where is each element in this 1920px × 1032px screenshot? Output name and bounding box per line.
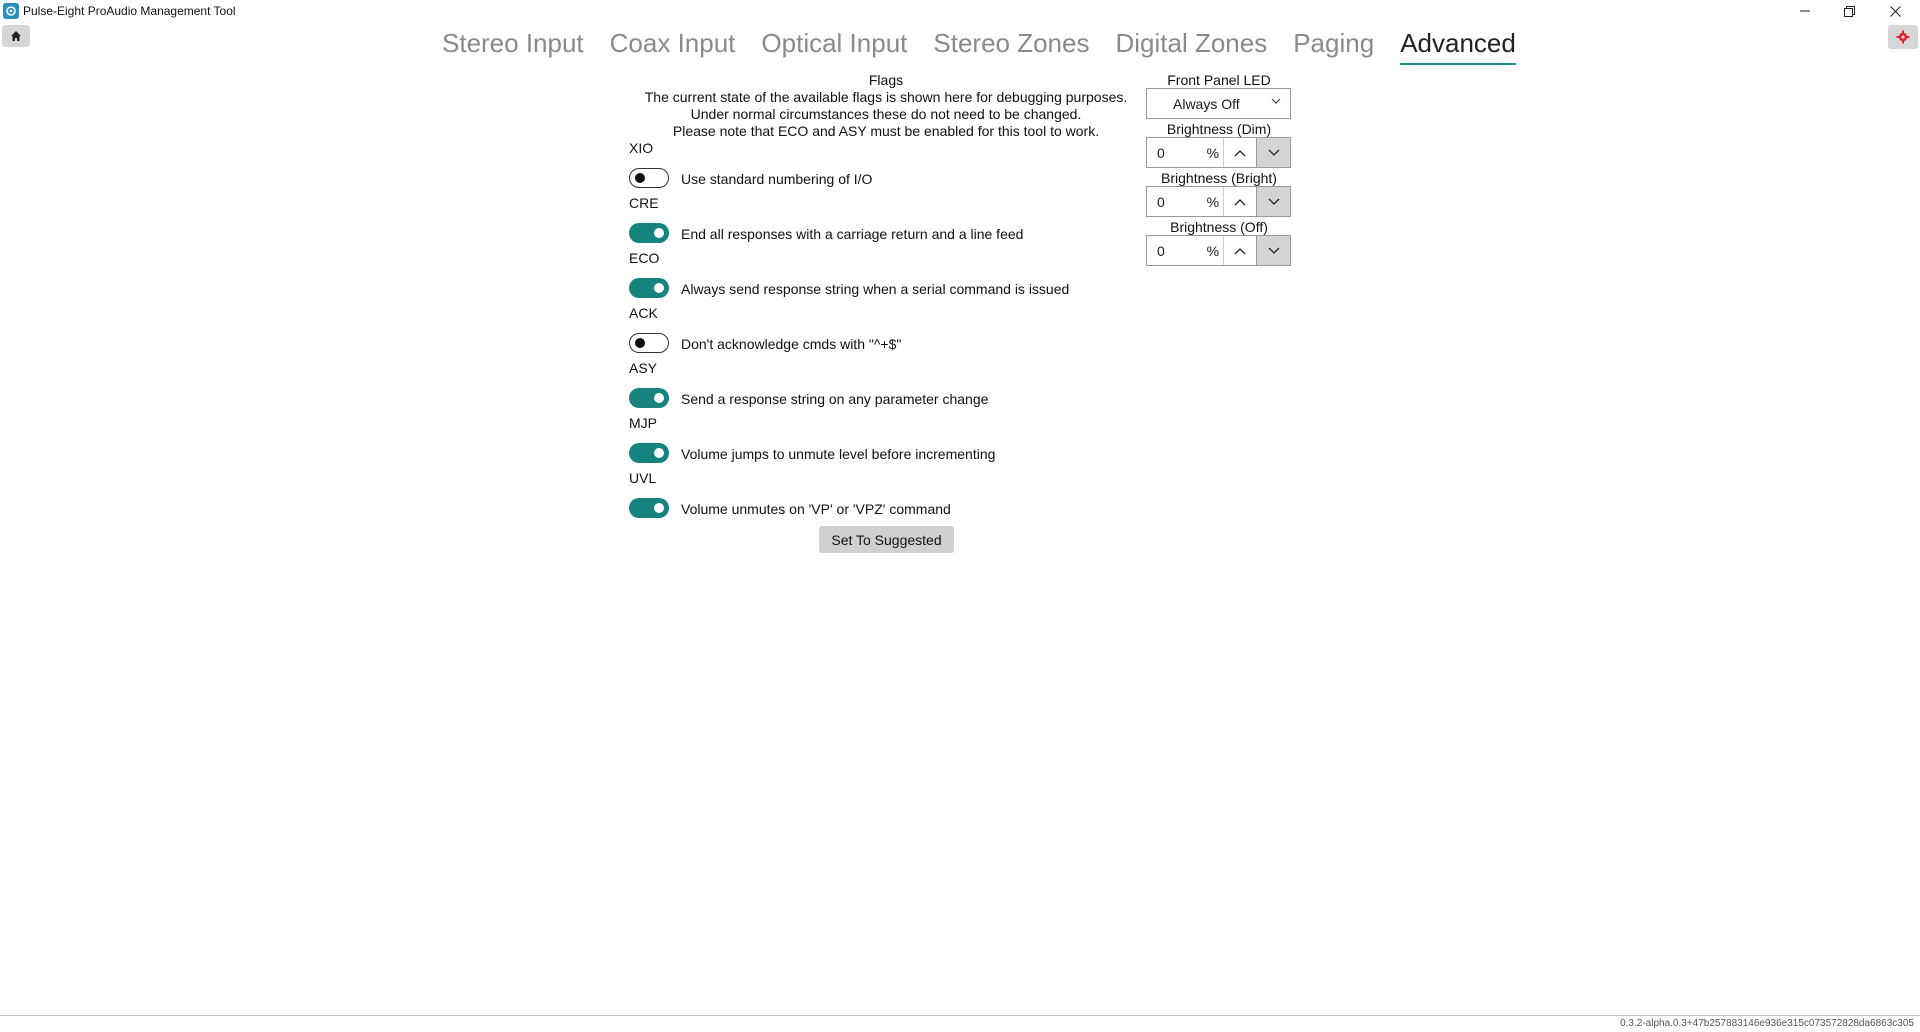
version-string: 0.3.2-alpha.0.3+47b257883146e936e315c073… [1620, 1018, 1914, 1029]
close-icon [1889, 5, 1901, 17]
flags-description-2: Under normal circumstances these do not … [690, 106, 1082, 122]
flag-code-cre: CRE [629, 195, 659, 211]
flags-header: Flags The current state of the available… [625, 72, 1147, 140]
toggle-mjp[interactable] [629, 443, 669, 463]
tab-digital-zones[interactable]: Digital Zones [1115, 28, 1267, 65]
percent-unit: % [1206, 144, 1220, 161]
brightness-dim-decrement[interactable] [1256, 138, 1290, 167]
brightness-dim-label: Brightness (Dim) [1166, 121, 1272, 137]
brightness-dim-input[interactable]: 0 [1147, 138, 1207, 167]
toggle-asy[interactable] [629, 388, 669, 408]
chevron-up-icon [1234, 198, 1246, 205]
minimize-button[interactable] [1782, 0, 1828, 22]
flag-code-asy: ASY [629, 360, 658, 376]
home-button[interactable] [2, 25, 30, 47]
brightness-off-decrement[interactable] [1256, 236, 1290, 265]
front-panel-led-title: Front Panel LED [1167, 72, 1271, 88]
brightness-off-input[interactable]: 0 [1147, 236, 1207, 265]
flag-code-ack: ACK [629, 305, 658, 321]
tab-stereo-input[interactable]: Stereo Input [442, 28, 584, 65]
home-icon [11, 31, 21, 41]
title-bar: Pulse-Eight ProAudio Management Tool [0, 0, 1920, 22]
set-to-suggested-button[interactable]: Set To Suggested [819, 526, 954, 553]
brightness-off-increment[interactable] [1222, 236, 1257, 265]
chevron-up-icon [1234, 149, 1246, 156]
flag-label-mjp: Volume jumps to unmute level before incr… [681, 446, 996, 462]
footer-divider [0, 1015, 1920, 1016]
flag-label-ack: Don't acknowledge cmds with "^+$" [681, 336, 902, 352]
toggle-cre[interactable] [629, 223, 669, 243]
brightness-bright-label: Brightness (Bright) [1161, 170, 1277, 186]
toggle-eco[interactable] [629, 278, 669, 298]
flag-code-mjp: MJP [629, 415, 657, 431]
led-mode-value: Always Off [1173, 95, 1240, 112]
chevron-down-icon [1271, 98, 1281, 104]
settings-button[interactable] [1888, 25, 1918, 49]
app-icon [3, 3, 19, 19]
maximize-button[interactable] [1826, 0, 1872, 22]
brightness-dim-increment[interactable] [1222, 138, 1257, 167]
tab-coax-input[interactable]: Coax Input [610, 28, 736, 65]
chevron-down-icon [1268, 247, 1280, 254]
close-button[interactable] [1872, 0, 1918, 22]
chevron-down-icon [1268, 149, 1280, 156]
brightness-bright-spinner: 0 % [1146, 186, 1291, 217]
flag-label-eco: Always send response string when a seria… [681, 281, 1070, 297]
flag-label-uvl: Volume unmutes on 'VP' or 'VPZ' command [681, 501, 951, 517]
window-title: Pulse-Eight ProAudio Management Tool [23, 4, 236, 18]
restore-icon [1843, 5, 1855, 17]
brightness-off-label: Brightness (Off) [1170, 219, 1268, 235]
brightness-bright-input[interactable]: 0 [1147, 187, 1207, 216]
flag-code-eco: ECO [629, 250, 660, 266]
flag-code-xio: XIO [629, 140, 654, 156]
minimize-icon [1800, 10, 1810, 12]
flags-description-1: The current state of the available flags… [644, 89, 1128, 105]
toggle-ack[interactable] [629, 333, 669, 353]
chevron-up-icon [1234, 247, 1246, 254]
tab-advanced[interactable]: Advanced [1400, 28, 1516, 65]
chevron-down-icon [1268, 198, 1280, 205]
flag-label-cre: End all responses with a carriage return… [681, 226, 1024, 242]
tab-optical-input[interactable]: Optical Input [761, 28, 907, 65]
tab-paging[interactable]: Paging [1293, 28, 1374, 65]
toggle-xio[interactable] [629, 168, 669, 188]
percent-unit: % [1206, 242, 1220, 259]
tab-stereo-zones[interactable]: Stereo Zones [933, 28, 1089, 65]
brightness-dim-spinner: 0 % [1146, 137, 1291, 168]
flag-label-asy: Send a response string on any parameter … [681, 391, 989, 407]
flags-title: Flags [868, 72, 904, 88]
tab-bar: Stereo Input Coax Input Optical Input St… [442, 28, 1516, 65]
percent-unit: % [1206, 193, 1220, 210]
led-mode-select[interactable]: Always Off [1146, 88, 1291, 119]
brightness-off-spinner: 0 % [1146, 235, 1291, 266]
flag-label-xio: Use standard numbering of I/O [681, 171, 873, 187]
flags-description-3: Please note that ECO and ASY must be ena… [672, 123, 1100, 139]
gear-icon [1896, 30, 1910, 44]
brightness-bright-increment[interactable] [1222, 187, 1257, 216]
toggle-uvl[interactable] [629, 498, 669, 518]
brightness-bright-decrement[interactable] [1256, 187, 1290, 216]
flag-code-uvl: UVL [629, 470, 657, 486]
